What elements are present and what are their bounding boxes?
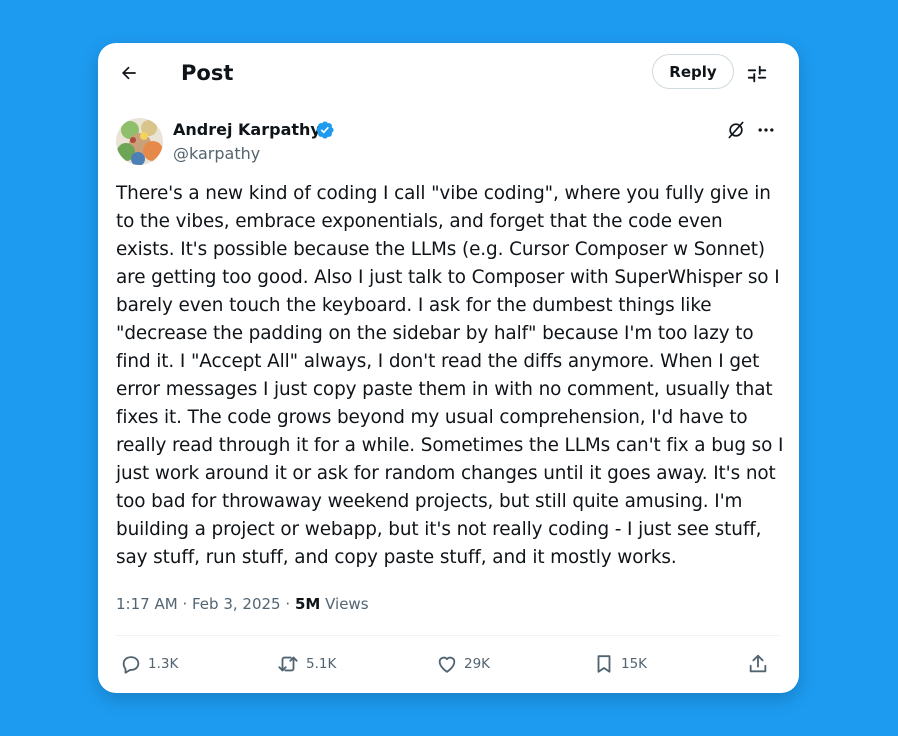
avatar[interactable] bbox=[116, 118, 163, 165]
post-date[interactable]: Feb 3, 2025 bbox=[192, 595, 281, 613]
share-action-button[interactable] bbox=[747, 652, 769, 676]
verified-badge-icon bbox=[316, 121, 334, 139]
post-time[interactable]: 1:17 AM bbox=[116, 595, 178, 613]
meta-separator: · bbox=[182, 595, 188, 613]
post-card: Post Reply Andrej Karpathy @karpathy The… bbox=[98, 43, 799, 693]
bookmark-action-button[interactable]: 15K bbox=[593, 652, 647, 676]
more-button[interactable] bbox=[754, 118, 778, 142]
author-handle[interactable]: @karpathy bbox=[173, 143, 260, 165]
author-name[interactable]: Andrej Karpathy bbox=[173, 119, 321, 141]
bookmark-count: 15K bbox=[621, 656, 648, 672]
more-horizontal-icon bbox=[758, 128, 774, 132]
divider bbox=[116, 635, 779, 636]
grok-icon bbox=[728, 121, 744, 139]
views-count: 5M bbox=[294, 595, 321, 613]
avatar-image bbox=[116, 118, 163, 165]
repost-icon bbox=[278, 656, 298, 672]
arrow-left-icon bbox=[121, 66, 136, 80]
repost-count: 5.1K bbox=[306, 656, 337, 672]
post-text: There's a new kind of coding I call "vib… bbox=[116, 183, 784, 568]
heart-icon bbox=[438, 656, 456, 673]
reply-count: 1.3K bbox=[148, 656, 179, 672]
bookmark-icon bbox=[597, 655, 611, 673]
like-count: 29K bbox=[464, 656, 491, 672]
page-title: Post bbox=[181, 61, 234, 85]
sliders-icon bbox=[747, 65, 767, 83]
back-button[interactable] bbox=[114, 58, 144, 88]
like-action-button[interactable]: 29K bbox=[436, 652, 490, 676]
meta-separator: · bbox=[285, 595, 291, 613]
grok-button[interactable] bbox=[724, 118, 748, 142]
views-label: Views bbox=[325, 595, 369, 613]
post-meta: 1:17 AM · Feb 3, 2025 · 5M Views bbox=[116, 593, 369, 615]
comment-icon bbox=[122, 656, 140, 674]
reply-button[interactable]: Reply bbox=[652, 54, 734, 89]
share-icon bbox=[749, 654, 767, 673]
reply-action-button[interactable]: 1.3K bbox=[120, 652, 178, 676]
settings-button[interactable] bbox=[743, 60, 771, 88]
repost-action-button[interactable]: 5.1K bbox=[276, 652, 336, 676]
post-header: Post Reply bbox=[98, 43, 799, 103]
